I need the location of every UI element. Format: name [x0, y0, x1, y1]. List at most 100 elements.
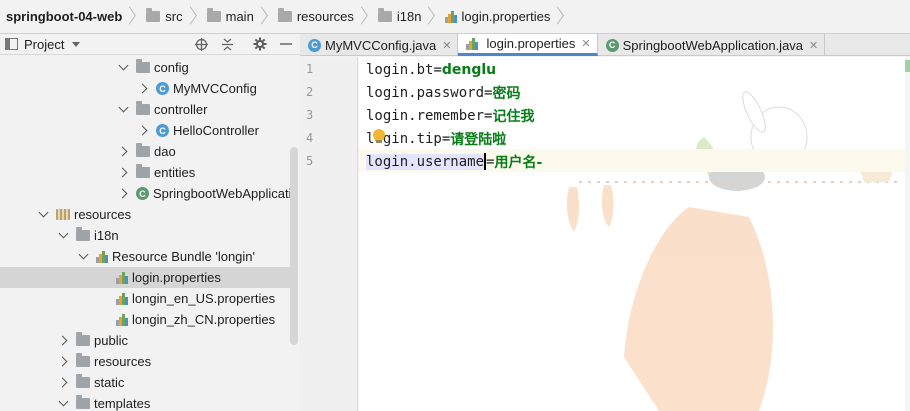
tree-item-label: controller — [154, 102, 208, 117]
breadcrumb-label: src — [165, 9, 183, 24]
collapse-icon[interactable] — [219, 36, 235, 52]
inspection-ok-marker[interactable] — [905, 60, 910, 72]
tree-item[interactable]: C SpringbootWebApplicatio — [0, 183, 290, 204]
tree-item-label: dao — [154, 144, 176, 159]
breadcrumb-item[interactable]: main — [201, 0, 272, 33]
code-line[interactable]: login.tip = 请登陆啦 — [366, 127, 506, 150]
breadcrumb-item[interactable]: src — [140, 0, 200, 33]
code-editor[interactable]: login.bt = denglu login.password = 密码 login.re… — [359, 57, 910, 411]
tree-item[interactable]: login.properties — [0, 267, 290, 288]
breadcrumb-label: i18n — [396, 9, 422, 24]
class-icon: C — [156, 124, 169, 137]
project-tree: config C MyMVCConfig controller C HelloContro… — [0, 56, 290, 411]
breadcrumb-item[interactable]: login.properties — [439, 0, 568, 33]
properties-file-icon — [116, 271, 128, 284]
code-line[interactable]: login.bt = denglu — [366, 58, 496, 81]
class-icon: C — [156, 82, 169, 95]
property-key: login.remember — [366, 107, 485, 124]
project-panel-icon — [5, 38, 18, 50]
breadcrumb-separator-icon — [425, 0, 435, 33]
close-icon[interactable]: ✕ — [581, 37, 590, 50]
breadcrumb-separator-icon — [187, 0, 197, 33]
chevron-down-icon[interactable] — [118, 105, 128, 115]
line-number: 1 — [306, 62, 314, 76]
tree-item[interactable]: longin_zh_CN.properties — [0, 309, 290, 330]
code-line[interactable]: login.password = 密码 — [366, 81, 520, 104]
tree-item[interactable]: templates — [0, 393, 290, 411]
editor-tab[interactable]: C SpringbootWebApplication.java ✕ — [598, 34, 826, 56]
editor-tab[interactable]: C MyMVCConfig.java ✕ — [300, 34, 459, 56]
tree-item[interactable]: entities — [0, 162, 290, 183]
chevron-right-icon[interactable] — [58, 336, 68, 346]
tree-item[interactable]: C HelloController — [0, 120, 290, 141]
chevron-down-icon[interactable] — [58, 399, 68, 409]
minimize-icon[interactable] — [278, 36, 294, 52]
close-icon[interactable]: ✕ — [442, 39, 451, 52]
tree-item-label: resources — [94, 354, 152, 369]
chevron-right-icon[interactable] — [118, 189, 128, 199]
property-value: 用户名- — [494, 154, 543, 171]
breadcrumb-item[interactable]: springboot-04-web — [0, 0, 140, 33]
tree-item-label: static — [94, 375, 125, 390]
breadcrumb-label: main — [225, 9, 254, 24]
project-tree-scrollbar[interactable] — [290, 147, 298, 345]
chevron-down-icon[interactable] — [72, 41, 81, 47]
tree-item-label: config — [154, 60, 189, 75]
tree-item[interactable]: resources — [0, 204, 290, 225]
project-panel-title[interactable]: Project — [24, 37, 64, 52]
breadcrumb-label: resources — [296, 9, 354, 24]
code-line[interactable]: login.remember = 记住我 — [366, 104, 534, 127]
tree-item-label: Resource Bundle 'longin' — [112, 249, 255, 264]
tree-item-label: HelloController — [173, 123, 259, 138]
gear-icon[interactable] — [252, 36, 268, 52]
folder-icon — [136, 59, 150, 73]
tree-item[interactable]: longin_en_US.properties — [0, 288, 290, 309]
editor-tab[interactable]: login.properties ✕ — [458, 34, 598, 56]
property-value: 密码 — [492, 85, 521, 102]
tree-item-label: entities — [154, 165, 196, 180]
tree-item[interactable]: dao — [0, 141, 290, 162]
folder-icon — [206, 8, 221, 22]
line-number: 2 — [306, 85, 314, 99]
tree-item[interactable]: resources — [0, 351, 290, 372]
tree-item[interactable]: Resource Bundle 'longin' — [0, 246, 290, 267]
target-icon[interactable] — [193, 36, 209, 52]
tree-item-label: longin_zh_CN.properties — [132, 312, 276, 327]
close-icon[interactable]: ✕ — [809, 39, 818, 52]
chevron-right-icon[interactable] — [118, 168, 128, 178]
chevron-right-icon[interactable] — [138, 84, 148, 94]
chevron-right-icon[interactable] — [58, 378, 68, 388]
editor-gutter: 1 2 3 4 5 — [300, 57, 358, 411]
spring-class-icon: C — [136, 187, 149, 200]
chevron-down-icon[interactable] — [118, 63, 128, 73]
tree-item-label: SpringbootWebApplicatio — [153, 186, 290, 201]
folder-icon — [76, 332, 90, 346]
chevron-right-icon[interactable] — [58, 357, 68, 367]
tree-item[interactable]: controller — [0, 99, 290, 120]
chevron-down-icon[interactable] — [58, 231, 68, 241]
code-line[interactable]: login.username = 用户名- — [366, 150, 542, 173]
folder-icon — [277, 8, 292, 22]
breadcrumb-item[interactable]: resources — [272, 0, 372, 33]
chevron-right-icon[interactable] — [138, 126, 148, 136]
folder-icon — [136, 143, 150, 157]
chevron-right-icon[interactable] — [118, 147, 128, 157]
lightbulb-icon[interactable] — [373, 129, 385, 143]
tree-item[interactable]: i18n — [0, 225, 290, 246]
chevron-down-icon[interactable] — [38, 210, 48, 220]
property-value: 请登陆啦 — [450, 131, 507, 148]
breadcrumb-separator-icon — [554, 0, 564, 33]
breadcrumb-item[interactable]: i18n — [372, 0, 440, 33]
chevron-down-icon[interactable] — [78, 252, 88, 262]
tree-item[interactable]: public — [0, 330, 290, 351]
breadcrumb-separator-icon — [126, 0, 136, 33]
tree-item[interactable]: config — [0, 57, 290, 78]
tree-item-label: i18n — [94, 228, 119, 243]
editor-tab-label: SpringbootWebApplication.java — [622, 37, 804, 53]
properties-file-icon — [445, 10, 458, 23]
tree-item-label: resources — [74, 207, 132, 222]
tree-item[interactable]: C MyMVCConfig — [0, 78, 290, 99]
tree-item-label: public — [94, 333, 128, 348]
tree-item[interactable]: static — [0, 372, 290, 393]
property-key: login.bt — [366, 61, 434, 78]
